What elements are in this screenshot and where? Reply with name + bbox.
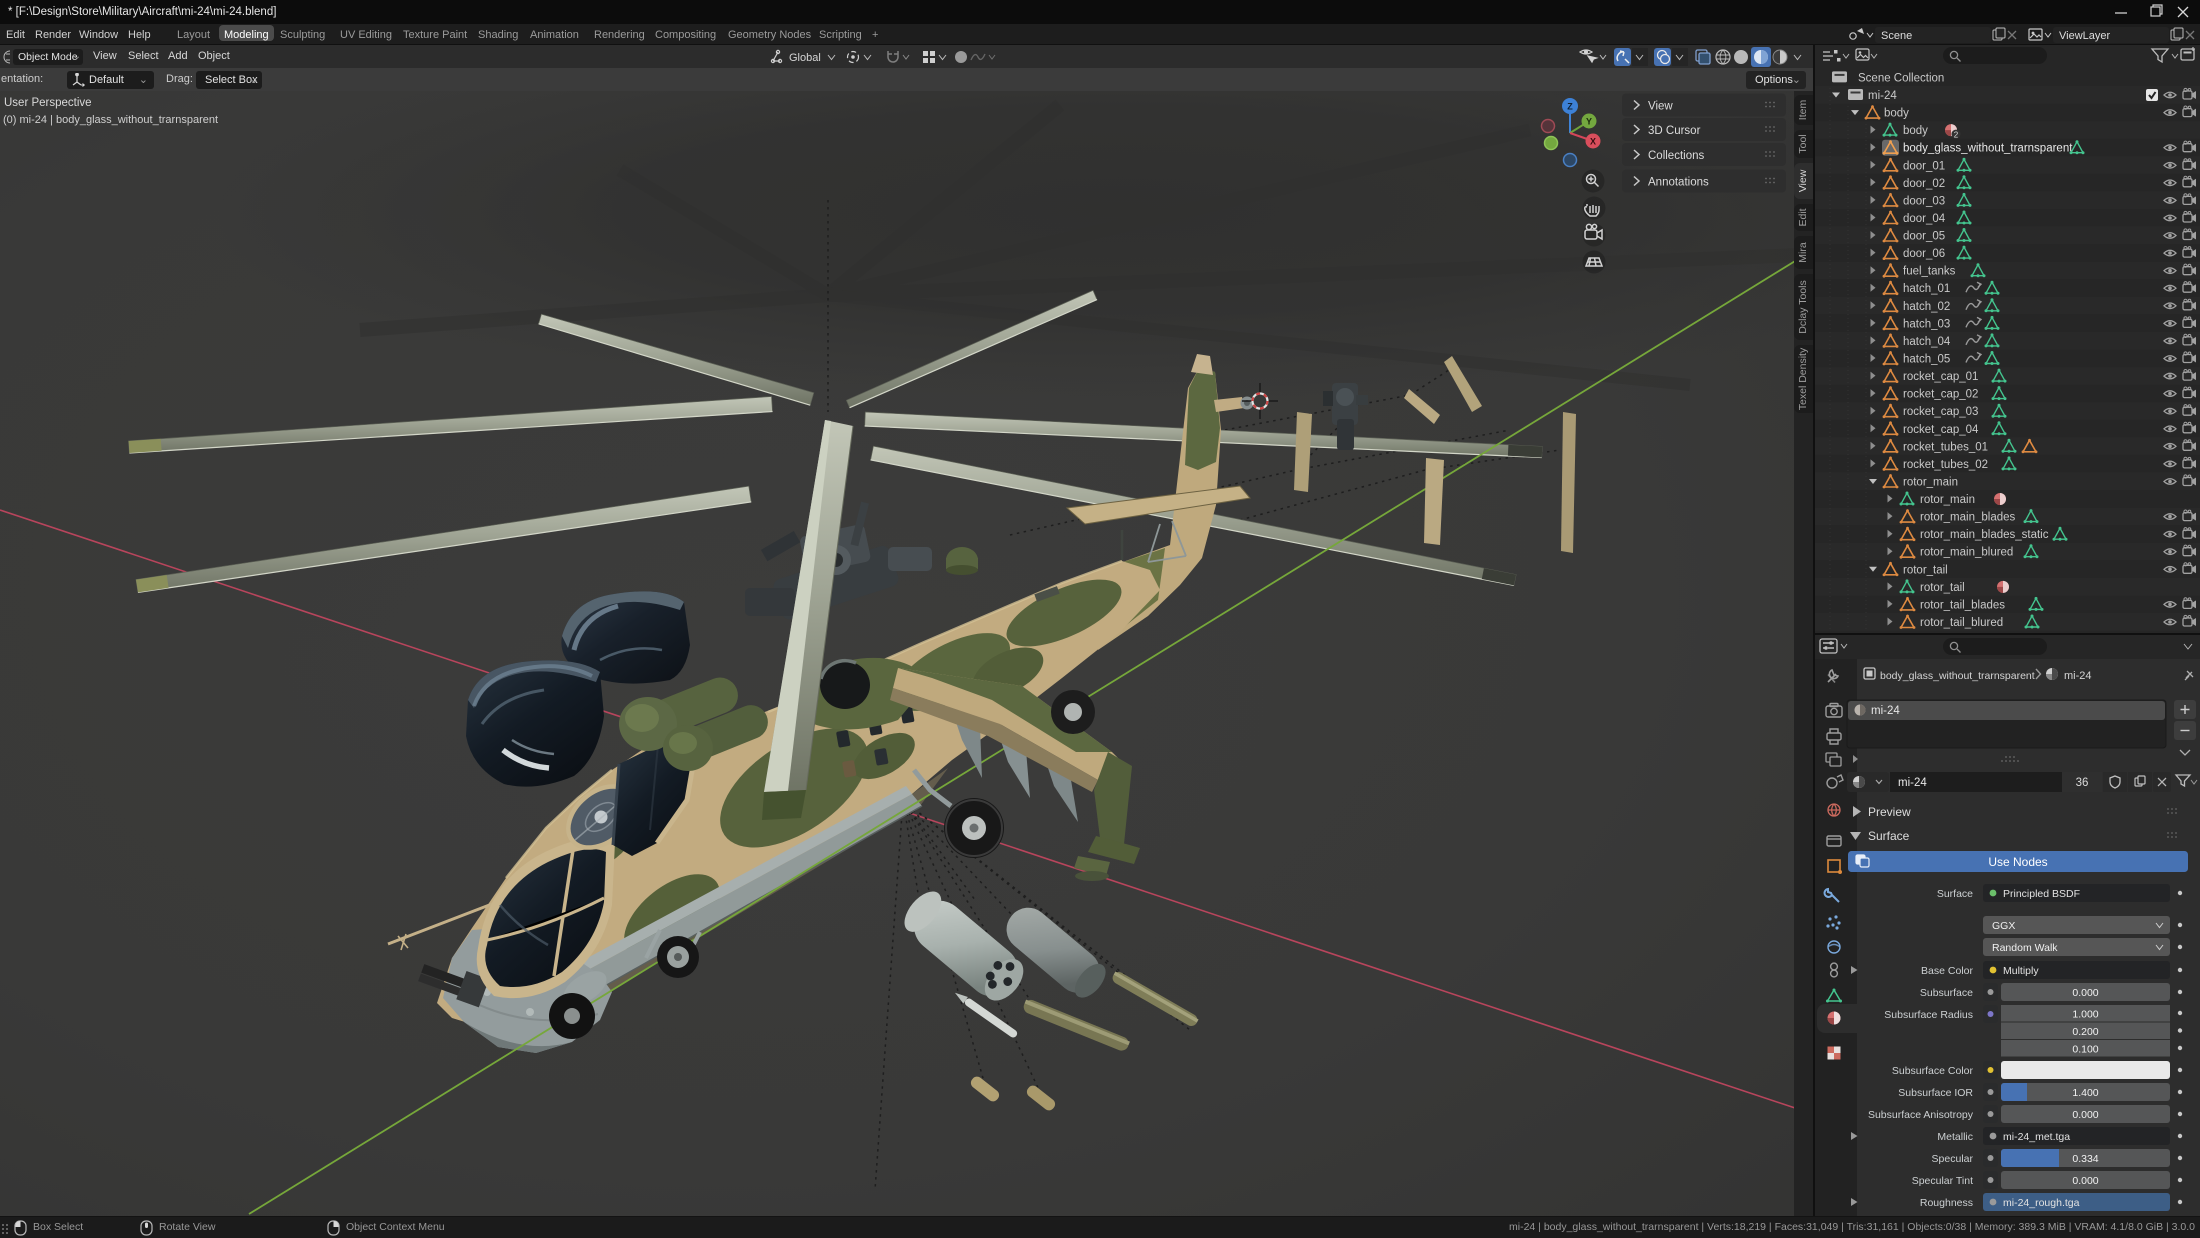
svg-text:36: 36 xyxy=(2076,777,2089,789)
svg-text:Annotations: Annotations xyxy=(1648,177,1709,189)
svg-text:rotor_main_blured: rotor_main_blured xyxy=(1920,547,2013,559)
svg-text:hatch_02: hatch_02 xyxy=(1903,301,1950,313)
svg-text:Texel Density: Texel Density xyxy=(1797,347,1809,410)
svg-text:Preview: Preview xyxy=(1868,805,1911,819)
svg-text:body: body xyxy=(1884,108,1909,120)
svg-text:Principled BSDF: Principled BSDF xyxy=(2003,888,2080,900)
svg-text:body_glass_without_trarnsparen: body_glass_without_trarnsparent xyxy=(1880,670,2035,682)
svg-text:View: View xyxy=(1648,101,1673,113)
svg-text:Multiply: Multiply xyxy=(2003,965,2039,977)
svg-text:1.000: 1.000 xyxy=(2072,1009,2098,1021)
svg-text:rotor_main_blades: rotor_main_blades xyxy=(1920,512,2016,524)
svg-text:2: 2 xyxy=(1954,131,1959,140)
svg-text:Collections: Collections xyxy=(1648,150,1704,162)
svg-text:Mira: Mira xyxy=(1797,242,1809,263)
svg-text:Scene: Scene xyxy=(1881,30,1912,42)
svg-text:Edit: Edit xyxy=(1797,208,1809,226)
svg-text:Subsurface: Subsurface xyxy=(1920,987,1973,999)
svg-text:Item: Item xyxy=(1797,100,1809,121)
svg-text:Subsurface Color: Subsurface Color xyxy=(1892,1065,1974,1077)
svg-text:rocket_cap_03: rocket_cap_03 xyxy=(1903,406,1978,418)
svg-text:mi-24_rough.tga: mi-24_rough.tga xyxy=(2003,1197,2080,1209)
svg-text:mi-24_met.tga: mi-24_met.tga xyxy=(2003,1131,2070,1143)
svg-text:door_01: door_01 xyxy=(1903,160,1945,172)
svg-text:Scene Collection: Scene Collection xyxy=(1858,72,1944,84)
svg-text:0.000: 0.000 xyxy=(2072,1175,2098,1187)
svg-text:rotor_main: rotor_main xyxy=(1920,494,1975,506)
svg-text:fuel_tanks: fuel_tanks xyxy=(1903,266,1956,278)
svg-text:mi-24: mi-24 xyxy=(1871,705,1900,717)
svg-text:3D Cursor: 3D Cursor xyxy=(1648,125,1701,137)
svg-text:rotor_tail_blades: rotor_tail_blades xyxy=(1920,599,2005,611)
svg-text:rocket_tubes_02: rocket_tubes_02 xyxy=(1903,459,1988,471)
svg-text:Specular Tint: Specular Tint xyxy=(1912,1175,1973,1187)
svg-text:0.000: 0.000 xyxy=(2072,1109,2098,1121)
svg-text:(0) mi-24 | body_glass_without: (0) mi-24 | body_glass_without_trarnspar… xyxy=(3,114,218,126)
svg-text:door_05: door_05 xyxy=(1903,231,1945,243)
svg-text:Z: Z xyxy=(1567,102,1573,112)
svg-text:hatch_01: hatch_01 xyxy=(1903,283,1950,295)
svg-text:GGX: GGX xyxy=(1992,920,2015,932)
svg-text:door_02: door_02 xyxy=(1903,178,1945,190)
svg-text:rotor_tail: rotor_tail xyxy=(1920,582,1965,594)
svg-text:Subsurface Radius: Subsurface Radius xyxy=(1884,1009,1973,1021)
svg-text:rotor_tail: rotor_tail xyxy=(1903,564,1948,576)
svg-text:0.100: 0.100 xyxy=(2072,1044,2098,1056)
svg-text:hatch_03: hatch_03 xyxy=(1903,318,1950,330)
svg-text:Metallic: Metallic xyxy=(1937,1131,1973,1143)
svg-text:rotor_main_blades_static: rotor_main_blades_static xyxy=(1920,529,2049,541)
svg-text:Random Walk: Random Walk xyxy=(1992,942,2058,954)
svg-text:ViewLayer: ViewLayer xyxy=(2059,30,2110,42)
svg-text:mi-24: mi-24 xyxy=(1868,90,1897,102)
svg-text:Dclay Tools: Dclay Tools xyxy=(1797,280,1809,334)
svg-text:door_03: door_03 xyxy=(1903,195,1945,207)
svg-text:mi-24: mi-24 xyxy=(2064,670,2092,682)
svg-text:User Perspective: User Perspective xyxy=(4,97,92,109)
svg-text:rocket_cap_02: rocket_cap_02 xyxy=(1903,389,1978,401)
svg-text:rotor_main: rotor_main xyxy=(1903,477,1958,489)
svg-text:Subsurface IOR: Subsurface IOR xyxy=(1898,1087,1973,1099)
svg-text:door_04: door_04 xyxy=(1903,213,1946,225)
svg-text:rotor_tail_blured: rotor_tail_blured xyxy=(1920,617,2003,629)
svg-text:Surface: Surface xyxy=(1937,888,1973,900)
svg-text:View: View xyxy=(1797,169,1809,192)
svg-text:mi-24: mi-24 xyxy=(1898,777,1927,789)
svg-text:body: body xyxy=(1903,125,1928,137)
svg-text:door_06: door_06 xyxy=(1903,248,1945,260)
svg-text:Use Nodes: Use Nodes xyxy=(1988,855,2047,869)
svg-text:Specular: Specular xyxy=(1932,1153,1974,1165)
svg-text:1.400: 1.400 xyxy=(2072,1087,2098,1099)
svg-text:body_glass_without_trarnsparen: body_glass_without_trarnsparent xyxy=(1903,143,2073,155)
svg-text:0.334: 0.334 xyxy=(2072,1153,2098,1165)
svg-text:0.200: 0.200 xyxy=(2072,1026,2098,1038)
svg-text:0.000: 0.000 xyxy=(2072,987,2098,999)
svg-text:Y: Y xyxy=(1586,117,1592,127)
svg-text:Base Color: Base Color xyxy=(1921,965,1973,977)
svg-text:hatch_04: hatch_04 xyxy=(1903,336,1951,348)
svg-text:rocket_cap_04: rocket_cap_04 xyxy=(1903,424,1979,436)
svg-text:X: X xyxy=(1590,137,1596,147)
svg-text:Subsurface Anisotropy: Subsurface Anisotropy xyxy=(1868,1109,1974,1121)
svg-text:Global: Global xyxy=(789,52,821,64)
svg-text:Roughness: Roughness xyxy=(1920,1197,1973,1209)
svg-text:rocket_tubes_01: rocket_tubes_01 xyxy=(1903,441,1988,453)
svg-text:Surface: Surface xyxy=(1868,829,1910,843)
svg-text:Tool: Tool xyxy=(1797,134,1809,153)
svg-text:hatch_05: hatch_05 xyxy=(1903,354,1950,366)
svg-text:rocket_cap_01: rocket_cap_01 xyxy=(1903,371,1978,383)
